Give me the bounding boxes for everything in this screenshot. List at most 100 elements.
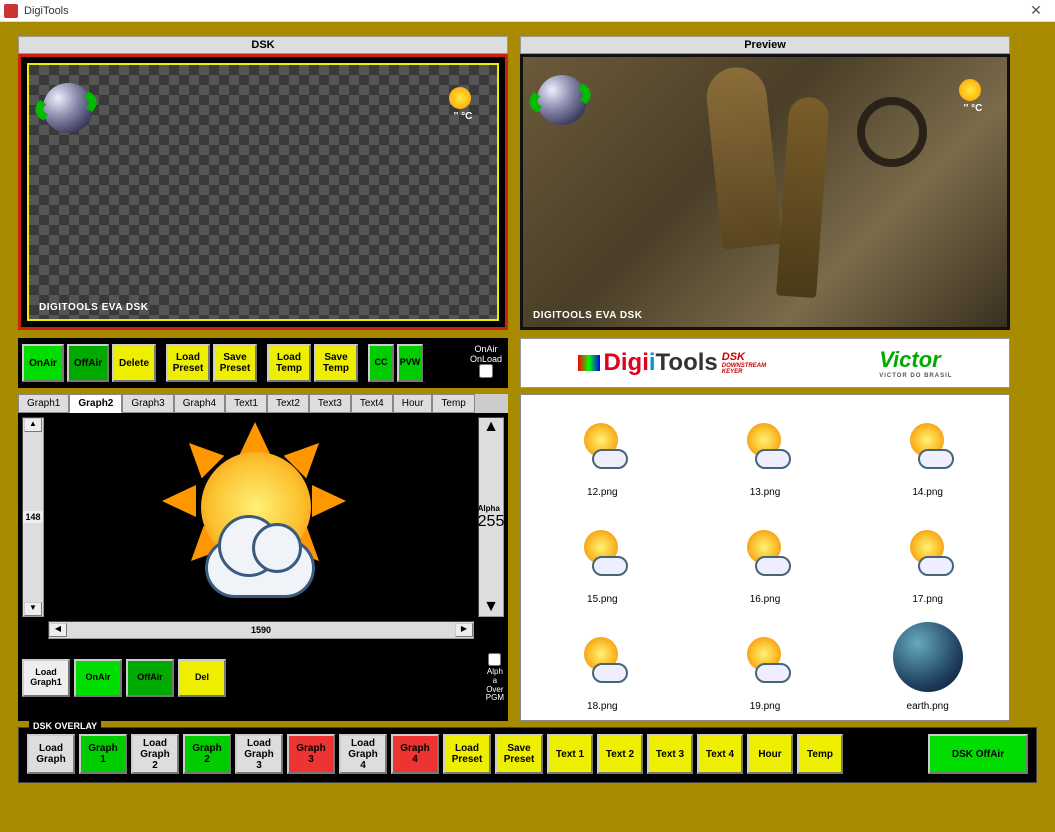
tab-text2[interactable]: Text2 bbox=[267, 394, 309, 413]
brand-bar: DigiiTools DSKDOWNSTREAMKEYER VictorVICT… bbox=[520, 338, 1010, 388]
thumb-image bbox=[715, 617, 815, 697]
overlay-button[interactable]: Graph1 bbox=[79, 734, 127, 774]
overlay-button[interactable]: LoadGraph3 bbox=[235, 734, 283, 774]
overlay-button[interactable]: Graph4 bbox=[391, 734, 439, 774]
thumb-filename: 16.png bbox=[688, 594, 843, 605]
thumb-item[interactable]: 14.png bbox=[846, 399, 1009, 502]
tab-graph3[interactable]: Graph3 bbox=[122, 394, 173, 413]
overlay-button[interactable]: LoadGraph4 bbox=[339, 734, 387, 774]
onair-button[interactable]: OnAir bbox=[22, 344, 64, 382]
delete-button[interactable]: Delete bbox=[112, 344, 156, 382]
overlay-button[interactable]: Text 2 bbox=[597, 734, 643, 774]
tab-strip: Graph1Graph2Graph3Graph4Text1Text2Text3T… bbox=[18, 394, 508, 413]
tab-temp[interactable]: Temp bbox=[432, 394, 474, 413]
overlay-button[interactable]: Temp bbox=[797, 734, 843, 774]
weather-overlay: '' °C bbox=[953, 79, 993, 114]
thumb-filename: 19.png bbox=[688, 701, 843, 712]
thumb-filename: 18.png bbox=[525, 701, 680, 712]
sun-icon bbox=[959, 79, 981, 101]
close-icon[interactable]: ✕ bbox=[1021, 2, 1051, 19]
overlay-button[interactable]: Hour bbox=[747, 734, 793, 774]
overlay-button[interactable]: LoadPreset bbox=[443, 734, 491, 774]
overlay-button[interactable]: SavePreset bbox=[495, 734, 543, 774]
titlebar: DigiTools ✕ bbox=[0, 0, 1055, 22]
editor-buttons: LoadGraph1 OnAir OffAir Del AlphaOverPGM bbox=[18, 647, 508, 709]
vertical-scroll[interactable]: ▲ 148 ▼ bbox=[22, 417, 44, 617]
tab-graph1[interactable]: Graph1 bbox=[18, 394, 69, 413]
dsk-view[interactable]: '' °C DIGITOOLS EVA DSK bbox=[18, 54, 508, 330]
graph-editor: ▲ 148 ▼ ▲ Alpha255 ▼ ◀ 1590 bbox=[18, 413, 508, 647]
preview-content bbox=[704, 64, 782, 249]
overlay-button[interactable]: Text 1 bbox=[547, 734, 593, 774]
overlay-legend: DSK OVERLAY bbox=[29, 721, 101, 731]
right-arrow-icon[interactable]: ▶ bbox=[455, 623, 473, 637]
tab-graph4[interactable]: Graph4 bbox=[174, 394, 225, 413]
main-frame: DSK '' °C DIGITOOLS EVA DSK Preview bbox=[0, 22, 1055, 832]
thumb-filename: 14.png bbox=[850, 487, 1005, 498]
onair-onload-label: OnAirOnLoad bbox=[470, 345, 504, 382]
thumb-filename: 13.png bbox=[688, 487, 843, 498]
thumb-filename: 15.png bbox=[525, 594, 680, 605]
thumb-image bbox=[552, 510, 652, 590]
thumb-item[interactable]: 19.png bbox=[684, 613, 847, 716]
thumbnail-panel[interactable]: 12.png 13.png 14.png 15.png 16.png 17.png 18.p… bbox=[520, 394, 1010, 721]
tab-hour[interactable]: Hour bbox=[393, 394, 433, 413]
thumb-image bbox=[715, 510, 815, 590]
tab-text1[interactable]: Text1 bbox=[225, 394, 267, 413]
tab-graph2[interactable]: Graph2 bbox=[69, 394, 122, 413]
save-temp-button[interactable]: SaveTemp bbox=[314, 344, 358, 382]
overlay-button[interactable]: Text 3 bbox=[647, 734, 693, 774]
overlay-button[interactable]: LoadGraph bbox=[27, 734, 75, 774]
save-preset-button[interactable]: SavePreset bbox=[213, 344, 257, 382]
sun-icon bbox=[449, 87, 471, 109]
down-arrow-icon[interactable]: ▼ bbox=[483, 598, 499, 616]
preview-view[interactable]: '' °C DIGITOOLS EVA DSK bbox=[520, 54, 1010, 330]
down-arrow-icon[interactable]: ▼ bbox=[24, 602, 42, 616]
del-button[interactable]: Del bbox=[178, 659, 226, 697]
overlay-button[interactable]: Graph3 bbox=[287, 734, 335, 774]
dsk-overlay-bar: DSK OVERLAY LoadGraphGraph1LoadGraph2Gra… bbox=[18, 727, 1037, 783]
victor-logo: VictorVICTOR DO BRASIL bbox=[879, 347, 952, 379]
thumb-item[interactable]: 18.png bbox=[521, 613, 684, 716]
thumb-item[interactable]: 13.png bbox=[684, 399, 847, 502]
thumb-image bbox=[715, 403, 815, 483]
overlay-button[interactable]: Graph2 bbox=[183, 734, 231, 774]
thumb-filename: 17.png bbox=[850, 594, 1005, 605]
thumb-filename: 12.png bbox=[525, 487, 680, 498]
overlay-button[interactable]: Text 4 bbox=[697, 734, 743, 774]
dsk-offair-button[interactable]: DSK OffAir bbox=[928, 734, 1028, 774]
thumb-item[interactable]: 17.png bbox=[846, 506, 1009, 609]
cc-button[interactable]: CC bbox=[368, 344, 394, 382]
h-value: 1590 bbox=[251, 625, 271, 635]
thumb-filename: earth.png bbox=[850, 701, 1005, 712]
thumb-image bbox=[552, 403, 652, 483]
alpha-over-checkbox[interactable] bbox=[488, 653, 501, 666]
tab-text4[interactable]: Text4 bbox=[351, 394, 393, 413]
thumb-item[interactable]: earth.png bbox=[846, 613, 1009, 716]
left-arrow-icon[interactable]: ◀ bbox=[49, 623, 67, 637]
offair-button[interactable]: OffAir bbox=[126, 659, 174, 697]
pvw-button[interactable]: PVW bbox=[397, 344, 423, 382]
thumb-item[interactable]: 16.png bbox=[684, 506, 847, 609]
onair-onload-checkbox[interactable] bbox=[479, 364, 493, 378]
offair-button[interactable]: OffAir bbox=[67, 344, 109, 382]
thumb-item[interactable]: 12.png bbox=[521, 399, 684, 502]
horizontal-scroll[interactable]: ◀ 1590 ▶ bbox=[48, 621, 474, 639]
onair-button[interactable]: OnAir bbox=[74, 659, 122, 697]
dsk-header: DSK bbox=[18, 36, 508, 54]
load-graph1-button[interactable]: LoadGraph1 bbox=[22, 659, 70, 697]
up-arrow-icon[interactable]: ▲ bbox=[483, 418, 499, 436]
graph-canvas[interactable] bbox=[48, 417, 474, 617]
tab-text3[interactable]: Text3 bbox=[309, 394, 351, 413]
overlay-button[interactable]: LoadGraph2 bbox=[131, 734, 179, 774]
control-bar: OnAir OffAir Delete LoadPreset SavePrese… bbox=[18, 338, 508, 388]
temp-value: '' °C bbox=[953, 103, 993, 114]
thumb-item[interactable]: 15.png bbox=[521, 506, 684, 609]
v-value: 148 bbox=[23, 511, 42, 523]
load-preset-button[interactable]: LoadPreset bbox=[166, 344, 210, 382]
load-temp-button[interactable]: LoadTemp bbox=[267, 344, 311, 382]
up-arrow-icon[interactable]: ▲ bbox=[24, 418, 42, 432]
thumb-image bbox=[878, 617, 978, 697]
channel-logo bbox=[533, 67, 593, 127]
alpha-scroll[interactable]: ▲ Alpha255 ▼ bbox=[478, 417, 504, 617]
